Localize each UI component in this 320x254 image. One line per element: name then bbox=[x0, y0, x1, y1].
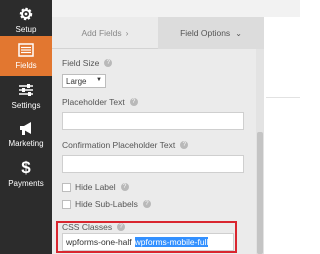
hide-label-row[interactable]: Hide Label ? bbox=[62, 182, 129, 192]
hide-sublabels-row[interactable]: Hide Sub-Labels ? bbox=[62, 199, 151, 209]
dropdown-arrow-icon: ▼ bbox=[96, 77, 102, 83]
sliders-icon bbox=[0, 82, 52, 98]
field-size-select[interactable]: Large ▼ bbox=[62, 74, 106, 88]
sidebar-item-label: Fields bbox=[15, 61, 37, 70]
field-size-label: Field Size ? bbox=[62, 58, 113, 68]
preview-divider bbox=[266, 97, 300, 98]
builder-sidebar: Setup Fields Settings Marketing $ Paymen… bbox=[0, 0, 52, 254]
confirmation-placeholder-label: Confirmation Placeholder Text ? bbox=[62, 140, 189, 150]
field-size-label-text: Field Size bbox=[62, 58, 100, 68]
panel-tabs: Add Fields › Field Options ⌄ bbox=[52, 17, 264, 49]
confirmation-placeholder-input[interactable] bbox=[62, 155, 244, 173]
placeholder-text-label: Placeholder Text ? bbox=[62, 97, 138, 107]
list-icon bbox=[0, 42, 52, 58]
sidebar-item-label: Setup bbox=[15, 25, 37, 34]
hide-label-checkbox[interactable] bbox=[62, 182, 71, 192]
sidebar-item-label: Payments bbox=[8, 179, 44, 188]
help-icon[interactable]: ? bbox=[142, 200, 151, 208]
tab-label: Field Options bbox=[180, 28, 231, 38]
hide-sublabels-checkbox[interactable] bbox=[62, 199, 71, 209]
dollar-icon: $ bbox=[21, 158, 31, 177]
confirmation-placeholder-label-text: Confirmation Placeholder Text bbox=[62, 140, 176, 150]
tab-label: Add Fields bbox=[81, 28, 122, 38]
hide-label-text: Hide Label bbox=[75, 182, 116, 192]
chevron-right-icon: › bbox=[125, 28, 129, 38]
sidebar-item-settings[interactable]: Settings bbox=[0, 76, 52, 116]
help-icon[interactable]: ? bbox=[104, 59, 113, 67]
help-icon[interactable]: ? bbox=[180, 141, 189, 149]
scrollbar-thumb[interactable] bbox=[257, 132, 263, 254]
field-size-value: Large bbox=[66, 76, 87, 86]
sidebar-item-label: Marketing bbox=[8, 139, 44, 148]
placeholder-text-input[interactable] bbox=[62, 112, 244, 130]
placeholder-text-label-text: Placeholder Text bbox=[62, 97, 125, 107]
sidebar-item-payments[interactable]: $ Payments bbox=[0, 154, 52, 194]
chevron-down-icon: ⌄ bbox=[235, 28, 242, 38]
gear-icon bbox=[0, 6, 52, 22]
tab-field-options[interactable]: Field Options ⌄ bbox=[158, 17, 264, 49]
sidebar-item-marketing[interactable]: Marketing bbox=[0, 114, 52, 154]
sidebar-item-setup[interactable]: Setup bbox=[0, 0, 52, 40]
hide-sublabels-text: Hide Sub-Labels bbox=[75, 199, 138, 209]
megaphone-icon bbox=[0, 120, 52, 136]
sidebar-item-label: Settings bbox=[11, 101, 41, 110]
tab-add-fields[interactable]: Add Fields › bbox=[52, 17, 158, 49]
help-icon[interactable]: ? bbox=[129, 98, 138, 106]
top-strip bbox=[52, 0, 300, 17]
sidebar-item-fields[interactable]: Fields bbox=[0, 36, 52, 76]
form-preview-area bbox=[264, 17, 300, 254]
help-icon[interactable]: ? bbox=[120, 183, 129, 191]
highlight-annotation-box bbox=[56, 221, 237, 253]
